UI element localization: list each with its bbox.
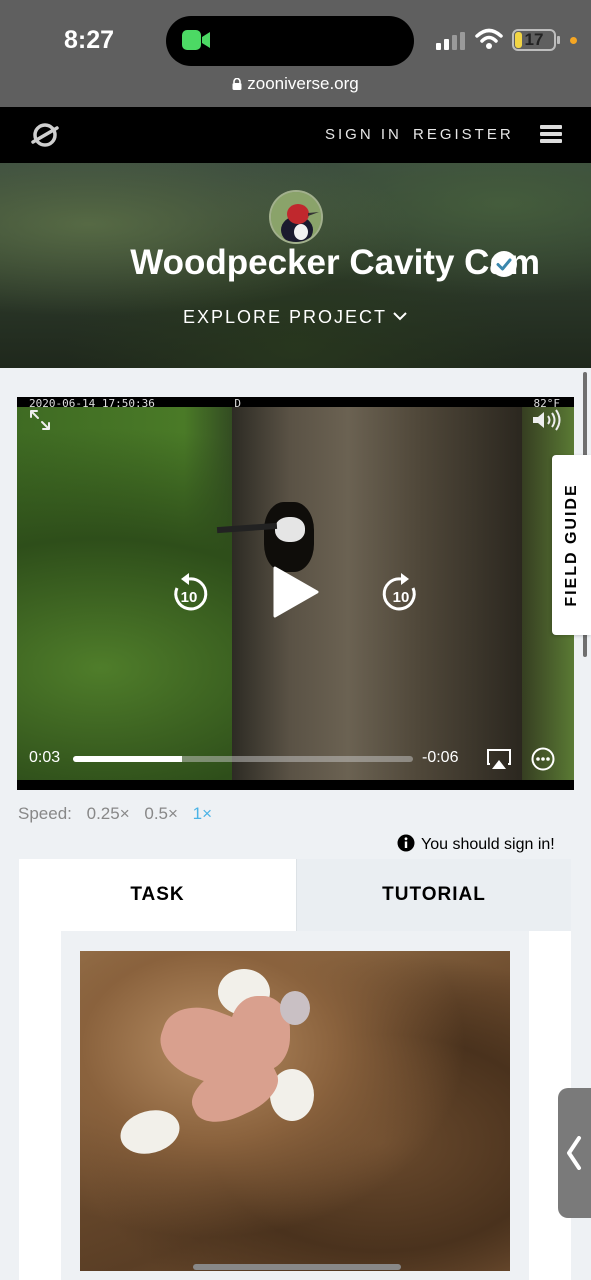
video-player[interactable]: 2020-06-14 17:50:36 D 82°F 10 10 0:03 -0… <box>17 397 574 790</box>
classifier-panel: TASK TUTORIAL <box>19 859 571 1280</box>
nest-example-image <box>80 951 510 1271</box>
tab-tutorial[interactable]: TUTORIAL <box>296 859 571 931</box>
privacy-dot-indicator <box>570 37 577 44</box>
dynamic-island <box>166 16 414 66</box>
remaining-time: -0:06 <box>422 749 459 766</box>
chevron-down-icon <box>393 312 407 321</box>
woodpecker-head <box>275 517 305 542</box>
skip-back-button[interactable]: 10 <box>169 572 209 614</box>
nestling-head <box>280 991 310 1025</box>
more-options-icon[interactable] <box>531 747 555 771</box>
address-bar[interactable]: zooniverse.org <box>0 74 591 94</box>
lock-icon <box>232 78 242 90</box>
tab-task[interactable]: TASK <box>19 859 296 931</box>
skip-forward-button[interactable]: 10 <box>381 572 421 614</box>
explore-project-dropdown[interactable]: EXPLORE PROJECT <box>183 307 407 328</box>
rewind-10-icon: 10 <box>174 573 208 611</box>
side-drawer-handle[interactable] <box>558 1088 591 1218</box>
speed-option-025[interactable]: 0.25× <box>87 804 130 823</box>
project-hero: Woodpecker Cavity Cam EXPLORE PROJECT <box>0 163 591 368</box>
speed-controls: Speed: 0.25× 0.5× 1× <box>18 804 222 824</box>
current-time: 0:03 <box>29 749 61 766</box>
battery-nub <box>557 36 560 44</box>
woodpecker-avatar-icon <box>271 192 321 242</box>
project-avatar[interactable] <box>269 190 323 244</box>
play-icon[interactable] <box>271 565 321 619</box>
tutorial-card <box>61 931 529 1280</box>
video-progress-fill <box>73 756 182 762</box>
verified-badge-icon <box>491 251 517 277</box>
video-timestamp: 2020-06-14 17:50:36 D <box>29 397 241 410</box>
speed-label: Speed: <box>18 804 72 823</box>
eggshell-fragment <box>115 1103 185 1161</box>
sign-in-link[interactable]: SIGN IN <box>325 126 402 143</box>
airplay-icon[interactable] <box>487 748 511 770</box>
skip-back-label: 10 <box>181 589 198 606</box>
info-icon <box>397 834 415 852</box>
sign-in-notice-text: You should sign in! <box>421 836 555 853</box>
volume-icon[interactable] <box>531 409 561 431</box>
battery-indicator: 17 <box>512 29 556 51</box>
zooniverse-logo-icon[interactable] <box>30 120 60 150</box>
field-guide-label: FIELD GUIDE <box>562 483 580 607</box>
project-title: Woodpecker Cavity Cam <box>130 243 540 282</box>
field-guide-tab[interactable]: FIELD GUIDE <box>552 455 591 635</box>
cellular-signal-icon <box>436 32 465 50</box>
sign-in-notice[interactable]: You should sign in! <box>397 834 555 854</box>
fullscreen-expand-icon[interactable] <box>29 409 51 431</box>
facetime-camera-icon <box>182 30 210 50</box>
site-header: SIGN IN REGISTER <box>0 107 591 163</box>
explore-project-label: EXPLORE PROJECT <box>183 307 388 327</box>
wifi-icon <box>475 28 503 49</box>
hamburger-menu-icon[interactable] <box>540 125 562 143</box>
chevron-left-icon <box>567 1136 581 1170</box>
video-scrubber[interactable] <box>73 756 413 762</box>
clock: 8:27 <box>64 26 115 54</box>
speed-option-05[interactable]: 0.5× <box>144 804 178 823</box>
register-link[interactable]: REGISTER <box>413 126 514 143</box>
skip-forward-label: 10 <box>393 589 410 606</box>
speed-option-1[interactable]: 1× <box>193 804 212 823</box>
video-channel: D <box>234 397 241 410</box>
home-indicator[interactable] <box>193 1264 401 1270</box>
forward-10-icon: 10 <box>382 573 416 611</box>
url-text: zooniverse.org <box>247 74 359 93</box>
battery-percent: 17 <box>524 30 544 49</box>
status-bar: 8:27 17 zooniverse.org <box>0 0 591 107</box>
